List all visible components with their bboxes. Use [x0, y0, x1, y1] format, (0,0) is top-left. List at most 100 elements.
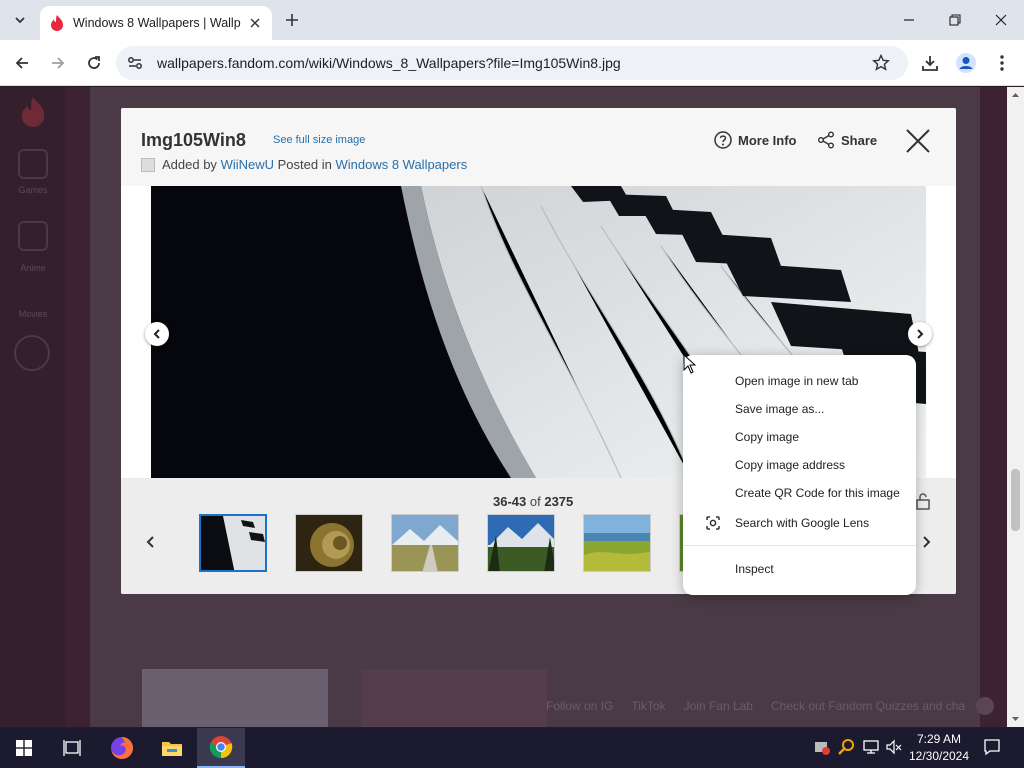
bookmark-star-icon[interactable]: [872, 54, 890, 72]
thumbnail-alpine-valley[interactable]: [487, 514, 555, 572]
thumbnail-nautilus[interactable]: [295, 514, 363, 572]
forward-button[interactable]: [46, 51, 70, 75]
taskbar-clock[interactable]: 7:29 AM 12/30/2024: [900, 731, 978, 765]
menu-copy-image-address[interactable]: Copy image address: [683, 451, 916, 479]
see-full-size-link[interactable]: See full size image: [273, 134, 365, 146]
banner-item: Follow on IG: [546, 699, 614, 713]
background-thumbnail: [142, 669, 328, 727]
share-label: Share: [841, 132, 878, 148]
fandom-promo-banner: Follow on IG TikTok Join Fan Lab Check o…: [540, 693, 995, 719]
firefox-icon: [111, 737, 133, 759]
browser-menu-button[interactable]: [990, 51, 1014, 75]
start-button[interactable]: [0, 728, 48, 768]
sidebar-games-icon: [18, 149, 48, 179]
menu-create-qr-code[interactable]: Create QR Code for this image: [683, 479, 916, 507]
menu-item-label: Create QR Code for this image: [735, 486, 900, 500]
filmstrip-next-icon[interactable]: [918, 534, 934, 550]
thumbnail-mountain-road[interactable]: [391, 514, 459, 572]
background-thumbnail: [361, 669, 547, 727]
task-view-icon: [63, 740, 81, 756]
posted-in-label: Posted in: [277, 157, 332, 172]
taskbar-firefox[interactable]: [98, 728, 146, 768]
fandom-sidebar: Games Anime Movies: [0, 87, 66, 727]
image-counter: 36-43 of 2375: [493, 494, 573, 509]
scroll-down-icon[interactable]: [1011, 714, 1020, 723]
tab-search-button[interactable]: [8, 9, 32, 31]
taskbar-chrome[interactable]: [197, 728, 245, 768]
sidebar-anime-icon: [18, 221, 48, 251]
scrollbar-thumb[interactable]: [1011, 469, 1020, 531]
windows-logo-icon: [16, 740, 32, 756]
minimize-button[interactable]: [886, 0, 932, 40]
lightbox-close-icon[interactable]: [905, 128, 931, 154]
arrow-right-icon: [52, 57, 65, 69]
windows-taskbar: 7:29 AM 12/30/2024: [0, 728, 1024, 768]
scroll-up-icon[interactable]: [1011, 91, 1020, 100]
menu-item-label: Save image as...: [735, 402, 825, 416]
notifications-icon[interactable]: [983, 738, 1001, 756]
network-warning-tray-icon[interactable]: [813, 738, 831, 756]
menu-copy-image[interactable]: Copy image: [683, 423, 916, 451]
menu-item-label: Inspect: [735, 562, 774, 576]
lightbox-header: Img105Win8 See full size image Added by …: [121, 108, 956, 186]
back-button[interactable]: [10, 51, 34, 75]
close-icon: [995, 14, 1007, 26]
sidebar-label-anime: Anime: [20, 263, 46, 273]
chrome-icon: [209, 736, 233, 759]
more-info-label: More Info: [738, 132, 797, 148]
lock-icon[interactable]: [915, 492, 931, 510]
posted-in-link[interactable]: Windows 8 Wallpapers: [335, 157, 467, 172]
counter-of: of: [529, 494, 541, 509]
menu-inspect[interactable]: Inspect: [683, 555, 916, 583]
counter-total: 2375: [544, 494, 574, 509]
minimize-icon: [904, 19, 914, 21]
next-image-button[interactable]: [908, 322, 932, 346]
menu-item-label: Copy image address: [735, 458, 846, 472]
menu-save-image-as[interactable]: Save image as...: [683, 395, 916, 423]
filmstrip-prev-icon[interactable]: [143, 534, 159, 550]
url-text[interactable]: wallpapers.fandom.com/wiki/Windows_8_Wal…: [157, 55, 621, 71]
restore-button[interactable]: [932, 0, 978, 40]
thumbnail-strip: [199, 514, 747, 572]
restore-icon: [949, 14, 961, 26]
site-info-icon[interactable]: [126, 54, 144, 72]
tab-close-icon[interactable]: [247, 15, 263, 31]
search-tray-icon[interactable]: [838, 738, 856, 756]
reload-button[interactable]: [82, 51, 106, 75]
task-view-button[interactable]: [48, 728, 96, 768]
previous-image-button[interactable]: [145, 322, 169, 346]
more-vertical-icon: [1000, 55, 1004, 71]
menu-search-google-lens[interactable]: Search with Google Lens: [683, 509, 916, 537]
share-icon: [818, 131, 834, 149]
uploader-link[interactable]: WiiNewU: [221, 157, 274, 172]
added-by-label: Added by: [162, 157, 217, 172]
sidebar-user-avatar: [14, 335, 50, 371]
download-icon: [922, 56, 938, 71]
browser-toolbar: wallpapers.fandom.com/wiki/Windows_8_Wal…: [0, 40, 1024, 86]
clock-date: 12/30/2024: [908, 749, 970, 763]
browser-tab[interactable]: Windows 8 Wallpapers | Wallpa: [40, 6, 272, 40]
downloads-button[interactable]: [918, 51, 942, 75]
thumbnail-coast-meadow[interactable]: [583, 514, 651, 572]
clock-time: 7:29 AM: [916, 732, 962, 746]
taskbar-file-explorer[interactable]: [148, 728, 196, 768]
mouse-cursor-icon: [683, 354, 697, 374]
share-button[interactable]: Share: [817, 131, 877, 149]
profile-avatar-icon: [956, 53, 976, 73]
menu-item-label: Copy image: [735, 430, 800, 444]
profile-button[interactable]: [954, 51, 978, 75]
new-tab-button[interactable]: [282, 10, 302, 30]
sidebar-label-games: Games: [18, 185, 48, 195]
thumbnail-piano[interactable]: [199, 514, 267, 572]
google-lens-icon: [706, 516, 720, 530]
banner-close-icon: [976, 697, 994, 715]
network-tray-icon[interactable]: [862, 738, 880, 756]
menu-open-image-new-tab[interactable]: Open image in new tab: [683, 367, 916, 395]
address-bar[interactable]: wallpapers.fandom.com/wiki/Windows_8_Wal…: [116, 46, 908, 80]
tab-title: Windows 8 Wallpapers | Wallpa: [73, 16, 241, 30]
chevron-left-icon: [153, 329, 160, 339]
more-info-button[interactable]: More Info: [714, 131, 797, 149]
page-scrollbar[interactable]: [1007, 87, 1024, 727]
image-context-menu: Open image in new tab Save image as... C…: [683, 355, 916, 595]
window-close-button[interactable]: [978, 0, 1024, 40]
